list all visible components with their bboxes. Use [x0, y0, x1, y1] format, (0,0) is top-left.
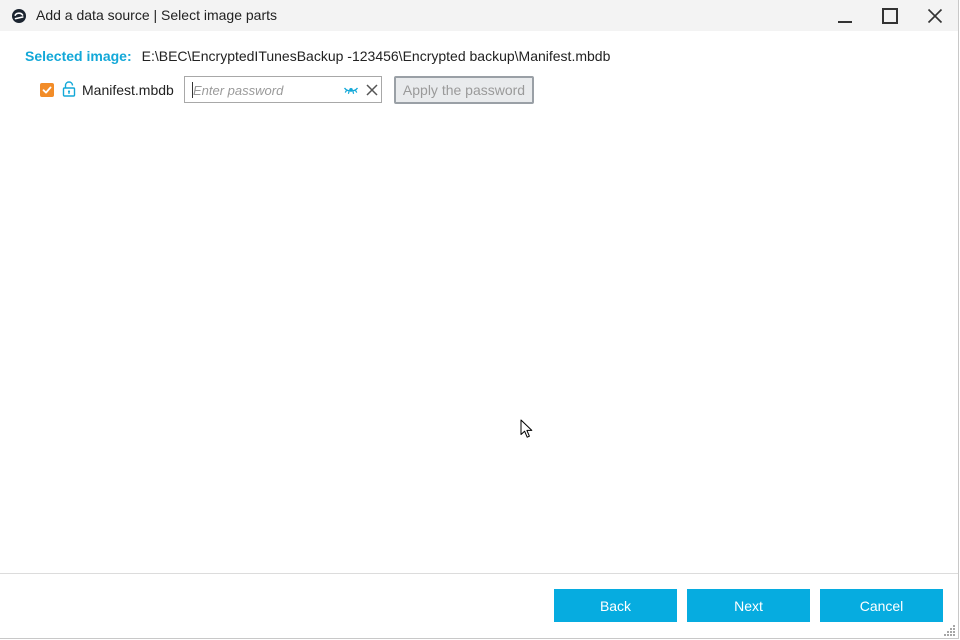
checkmark-icon [42, 86, 52, 94]
window-title: Add a data source | Select image parts [36, 7, 277, 23]
minimize-button[interactable] [823, 0, 867, 31]
apply-password-button[interactable]: Apply the password [394, 76, 534, 104]
title-bar[interactable]: Add a data source | Select image parts [0, 0, 958, 31]
back-button[interactable]: Back [554, 589, 677, 622]
part-file-name: Manifest.mbdb [82, 82, 174, 98]
selected-image-row: Selected image: E:\BEC\EncryptedITunesBa… [25, 47, 610, 65]
part-checkbox[interactable] [40, 83, 54, 97]
resize-grip-icon[interactable] [944, 624, 956, 636]
clear-password-icon[interactable] [365, 83, 379, 97]
image-part-row: Manifest.mbdb Apply the password [40, 76, 560, 104]
app-logo-icon [12, 9, 26, 23]
maximize-button[interactable] [868, 0, 912, 31]
close-icon [927, 8, 943, 23]
next-button[interactable]: Next [687, 589, 810, 622]
password-input[interactable] [193, 80, 333, 100]
cancel-button[interactable]: Cancel [820, 589, 943, 622]
password-field[interactable] [184, 76, 382, 103]
show-password-eye-icon[interactable] [343, 83, 359, 97]
mouse-cursor-icon [520, 419, 533, 438]
dialog-window: Add a data source | Select image parts S… [0, 0, 959, 639]
close-window-button[interactable] [913, 0, 957, 31]
maximize-icon [882, 7, 898, 24]
lock-open-icon [62, 81, 76, 97]
selected-image-path: E:\BEC\EncryptedITunesBackup -123456\Enc… [141, 48, 611, 64]
footer-divider [0, 573, 958, 574]
selected-image-label: Selected image: [25, 48, 132, 64]
minimize-icon [838, 20, 852, 23]
